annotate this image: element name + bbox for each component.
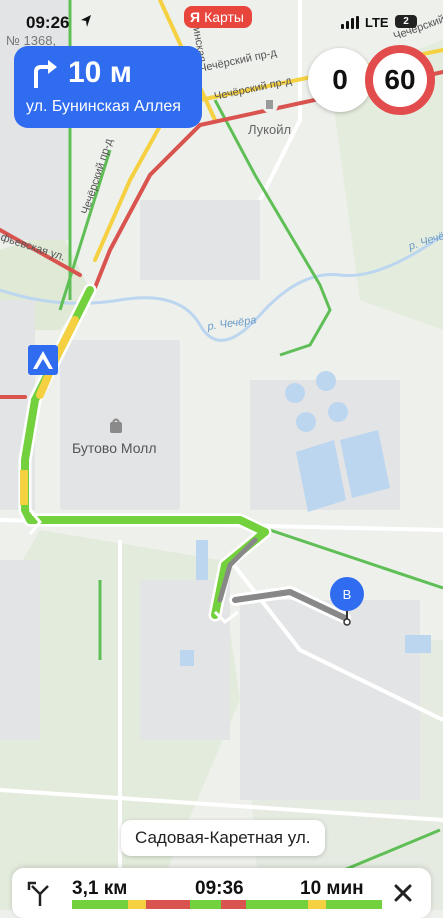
close-icon[interactable] — [392, 882, 414, 904]
battery-icon: 2 — [395, 15, 417, 28]
network-type: LTE — [365, 15, 389, 30]
route-distance: 3,1 км — [72, 878, 128, 899]
back-to-app-pill[interactable]: Я Карты — [184, 6, 252, 28]
maneuver-street: ул. Бунинская Аллея — [26, 98, 181, 115]
route-traffic-bar — [72, 900, 382, 909]
turn-right-icon — [34, 60, 57, 88]
fuel-station-icon[interactable] — [262, 97, 278, 113]
maneuver-card[interactable]: 10 м ул. Бунинская Аллея — [14, 46, 202, 128]
speed-limit-sign: 60 — [365, 45, 435, 115]
route-options-icon[interactable] — [26, 880, 54, 908]
back-to-app-label: Карты — [204, 9, 244, 25]
speed-bump-warning-icon[interactable] — [28, 345, 58, 375]
route-summary-panel[interactable]: 3,1 км 09:36 10 мин — [12, 868, 431, 918]
current-speed: 0 — [308, 48, 372, 112]
route-duration: 10 мин — [300, 878, 364, 899]
location-arrow-icon — [81, 15, 91, 27]
signal-strength-icon — [341, 16, 359, 29]
route-eta: 09:36 — [195, 878, 244, 899]
map-label-lukoil: Лукойл — [248, 122, 291, 137]
map-label-mall: Бутово Молл — [72, 440, 157, 456]
destination-marker-label: B — [343, 587, 352, 602]
status-bar: 09:26 Я Карты LTE 2 — [0, 0, 443, 44]
current-street-label: Садовая-Каретная ул. — [121, 820, 325, 856]
maneuver-distance: 10 м — [68, 56, 132, 89]
status-time: 09:26 — [26, 13, 70, 32]
yandex-logo-icon: Я — [190, 9, 201, 25]
map-canvas[interactable]: № 1368, Бунинская Чечёрский пр-д Чечёрск… — [0, 0, 443, 910]
